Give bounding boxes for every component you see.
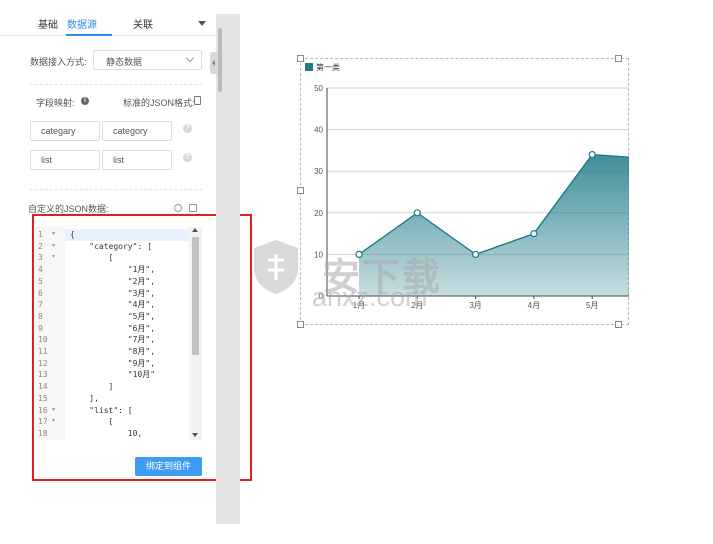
data-point[interactable]: [413, 209, 421, 217]
y-tick-label: 40: [314, 126, 323, 135]
y-tick-label: 30: [314, 167, 323, 176]
data-point[interactable]: [588, 150, 596, 159]
x-tick-label: 3月: [469, 301, 481, 310]
data-point[interactable]: [530, 230, 538, 238]
y-tick-label: 50: [314, 84, 323, 93]
watermark-url: anxz.com: [312, 282, 428, 312]
watermark-shield-icon: [254, 240, 298, 294]
x-tick-label: 5月: [586, 301, 598, 310]
data-point[interactable]: [472, 250, 480, 258]
y-tick-label: 20: [314, 209, 323, 218]
x-tick-label: 4月: [528, 301, 540, 310]
